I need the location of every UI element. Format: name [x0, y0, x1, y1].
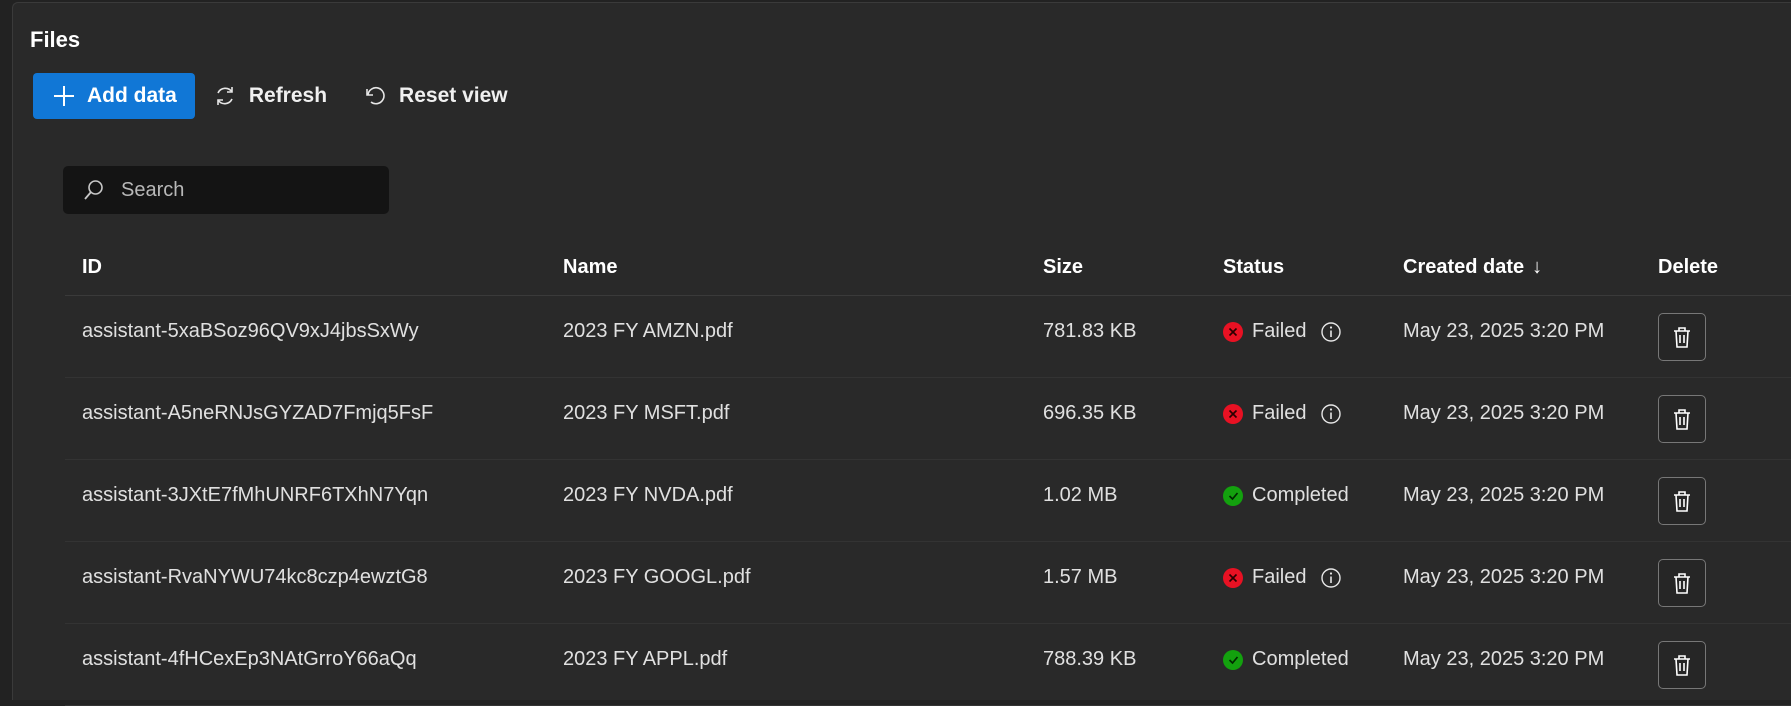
column-header-id[interactable]: ID [65, 256, 546, 279]
status-text: Completed [1252, 648, 1349, 670]
success-icon [1223, 649, 1243, 670]
refresh-button[interactable]: Refresh [195, 73, 345, 119]
status-text: Failed [1252, 566, 1307, 588]
table-row: assistant-3JXtE7fMhUNRF6TXhN7Yqn 2023 FY… [65, 460, 1791, 542]
file-name: 2023 FY MSFT.pdf [563, 402, 730, 424]
column-header-delete: Delete [1658, 255, 1719, 278]
success-icon [1223, 485, 1243, 506]
delete-button[interactable] [1658, 640, 1706, 689]
delete-button[interactable] [1658, 476, 1706, 525]
status-cell: Completed [1206, 484, 1386, 507]
status-cell: Completed [1206, 648, 1386, 671]
delete-cell [1641, 476, 1791, 525]
status-text: Completed [1252, 484, 1349, 506]
trash-icon [1674, 572, 1690, 594]
file-name: 2023 FY GOOGL.pdf [563, 566, 751, 588]
files-table: ID Name Size Status Created date ↓ Delete… [65, 239, 1791, 706]
error-icon [1223, 321, 1243, 342]
file-id: assistant-A5neRNJsGYZAD7Fmjq5FsF [82, 402, 434, 424]
created-date: May 23, 2025 3:20 PM [1403, 566, 1605, 588]
refresh-label: Refresh [248, 84, 328, 107]
column-header-created-date[interactable]: Created date ↓ [1386, 256, 1641, 279]
info-icon[interactable] [1320, 567, 1342, 589]
search-box [63, 166, 389, 214]
file-size: 696.35 KB [1043, 402, 1137, 424]
created-date: May 23, 2025 3:20 PM [1403, 484, 1605, 506]
search-icon [84, 180, 103, 200]
table-header: ID Name Size Status Created date ↓ Delete [65, 239, 1791, 296]
created-date-label: Created date [1403, 255, 1525, 278]
add-data-label: Add data [87, 84, 177, 107]
refresh-icon [217, 87, 233, 105]
delete-cell [1641, 640, 1791, 689]
status-cell: Failed [1206, 402, 1386, 425]
delete-cell [1641, 394, 1791, 443]
created-date: May 23, 2025 3:20 PM [1403, 648, 1605, 670]
delete-button[interactable] [1658, 312, 1706, 361]
file-size: 1.02 MB [1043, 484, 1118, 506]
trash-icon [1674, 408, 1690, 430]
column-header-status[interactable]: Status [1206, 256, 1386, 279]
column-header-name[interactable]: Name [546, 256, 1026, 279]
delete-cell [1641, 312, 1791, 361]
search-input[interactable] [119, 177, 363, 203]
created-date: May 23, 2025 3:20 PM [1403, 402, 1605, 424]
trash-icon [1674, 326, 1690, 348]
toolbar: Add data Refresh Reset view [33, 72, 526, 120]
reset-view-label: Reset view [399, 84, 508, 107]
column-header-size[interactable]: Size [1026, 256, 1206, 279]
file-id: assistant-5xaBSoz96QV9xJ4jbsSxWy [82, 320, 419, 342]
status-text: Failed [1252, 320, 1307, 342]
file-size: 788.39 KB [1043, 648, 1137, 670]
trash-icon [1674, 654, 1690, 676]
status-text: Failed [1252, 402, 1307, 424]
delete-cell [1641, 558, 1791, 607]
file-id: assistant-3JXtE7fMhUNRF6TXhN7Yqn [82, 484, 429, 506]
files-panel: Files Add data Refresh Reset view Search… [12, 2, 1791, 706]
error-icon [1223, 567, 1243, 588]
table-row: assistant-RvaNYWU74kc8czp4ewztG8 2023 FY… [65, 542, 1791, 624]
created-date: May 23, 2025 3:20 PM [1403, 320, 1605, 342]
file-name: 2023 FY APPL.pdf [563, 648, 728, 670]
undo-icon [366, 86, 385, 105]
arrow-down-icon: ↓ [1532, 255, 1543, 278]
table-row: assistant-4fHCexEp3NAtGrroY66aQq 2023 FY… [65, 624, 1791, 706]
info-icon[interactable] [1320, 403, 1342, 425]
info-icon[interactable] [1320, 321, 1342, 343]
plus-icon [54, 86, 74, 106]
error-icon [1223, 403, 1243, 424]
status-cell: Failed [1206, 320, 1386, 343]
page-title: Files [30, 27, 81, 52]
table-row: assistant-5xaBSoz96QV9xJ4jbsSxWy 2023 FY… [65, 296, 1791, 378]
file-size: 781.83 KB [1043, 320, 1137, 342]
file-size: 1.57 MB [1043, 566, 1118, 588]
reset-view-button[interactable]: Reset view [345, 73, 526, 119]
delete-button[interactable] [1658, 558, 1706, 607]
status-cell: Failed [1206, 566, 1386, 589]
file-id: assistant-RvaNYWU74kc8czp4ewztG8 [82, 566, 428, 588]
table-row: assistant-A5neRNJsGYZAD7Fmjq5FsF 2023 FY… [65, 378, 1791, 460]
delete-button[interactable] [1658, 394, 1706, 443]
file-name: 2023 FY AMZN.pdf [563, 320, 733, 342]
trash-icon [1674, 490, 1690, 512]
file-name: 2023 FY NVDA.pdf [563, 484, 733, 506]
file-id: assistant-4fHCexEp3NAtGrroY66aQq [82, 648, 417, 670]
add-data-button[interactable]: Add data [33, 73, 195, 119]
